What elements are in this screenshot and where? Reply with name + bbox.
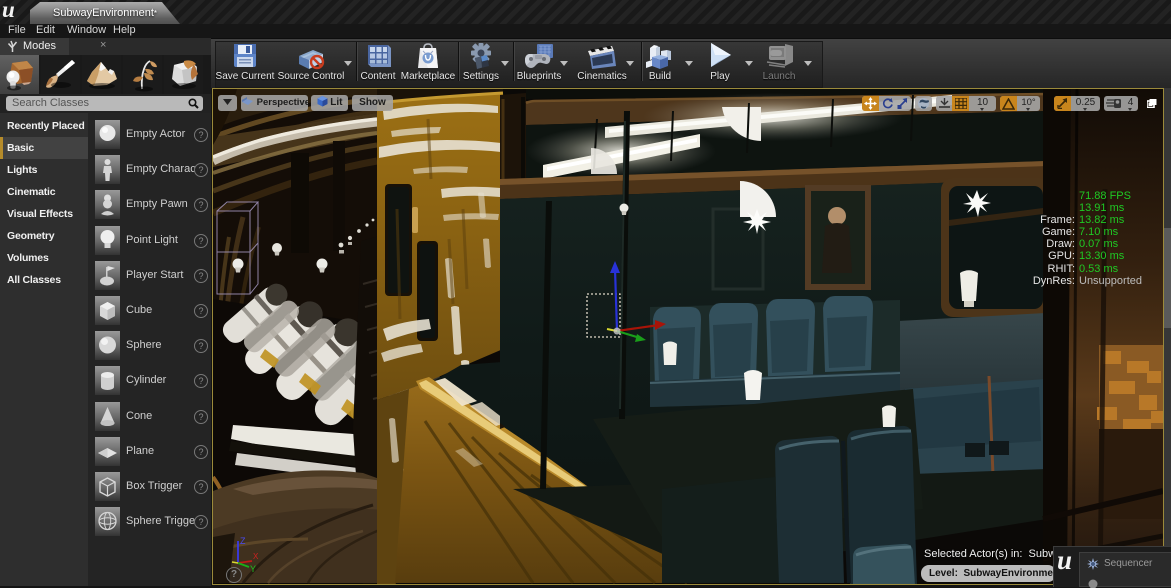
svg-text:X: X [253,552,259,561]
svg-text:Y: Y [250,564,256,574]
svg-text:Z: Z [240,536,246,546]
